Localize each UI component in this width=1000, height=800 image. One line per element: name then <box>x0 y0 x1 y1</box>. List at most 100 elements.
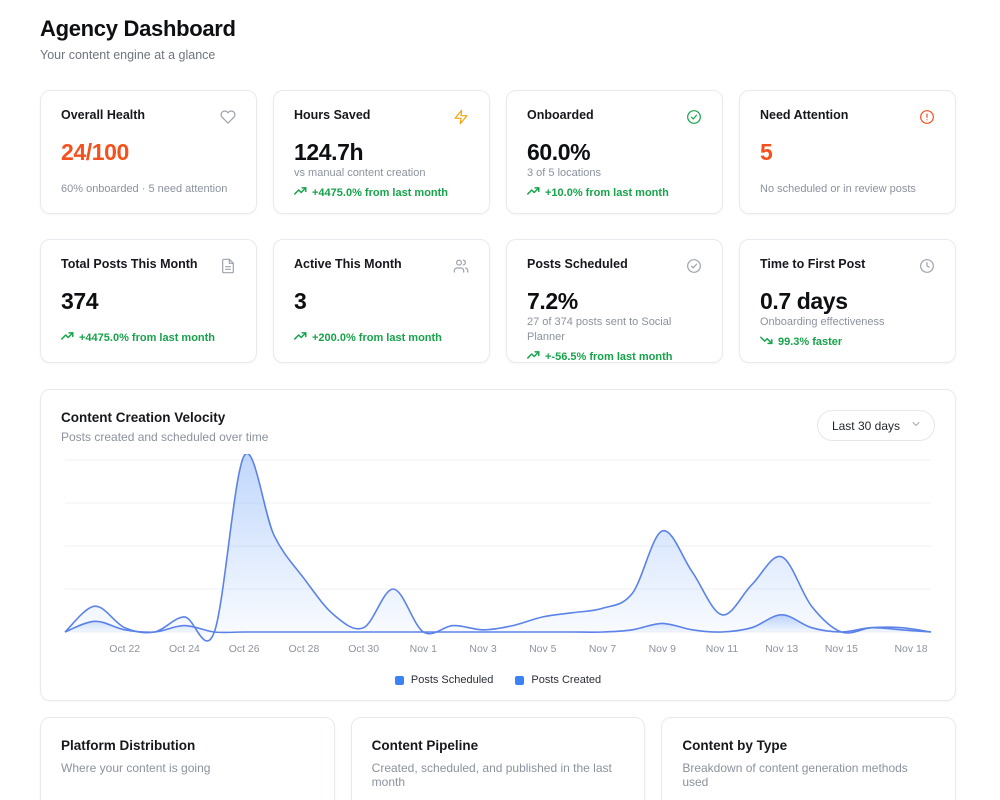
legend-label: Posts Created <box>531 674 601 686</box>
stat-value: 124.7h <box>294 139 469 166</box>
trending-down-icon <box>760 334 773 350</box>
alert-circle-icon <box>919 109 935 125</box>
stat-title: Total Posts This Month <box>61 257 198 271</box>
stat-value: 0.7 days <box>760 288 935 315</box>
content-velocity-card: Content Creation Velocity Posts created … <box>40 389 956 701</box>
chart-header-text: Content Creation Velocity Posts created … <box>61 410 268 444</box>
svg-text:Nov 5: Nov 5 <box>529 644 556 655</box>
velocity-chart: Oct 22 Oct 24 Oct 26 Oct 28 Oct 30 Nov 1 Nov 3… <box>61 454 935 670</box>
stat-card-posts-scheduled: Posts Scheduled 7.2% 27 of 374 posts sen… <box>506 239 723 363</box>
svg-text:Oct 24: Oct 24 <box>169 644 200 655</box>
stat-subtitle: 3 of 5 locations <box>527 166 702 181</box>
stat-title: Onboarded <box>527 108 594 122</box>
legend-swatch-scheduled <box>395 676 404 685</box>
svg-text:Nov 18: Nov 18 <box>894 644 927 655</box>
svg-text:Nov 13: Nov 13 <box>765 644 798 655</box>
stat-value: 7.2% <box>527 288 702 315</box>
svg-text:Nov 11: Nov 11 <box>706 644 739 655</box>
stat-title: Active This Month <box>294 257 402 271</box>
clock-icon <box>919 258 935 274</box>
stat-title: Overall Health <box>61 108 145 122</box>
stat-title: Need Attention <box>760 108 848 122</box>
legend-item-posts-scheduled[interactable]: Posts Scheduled <box>395 674 494 686</box>
card-title: Content by Type <box>682 738 935 753</box>
trending-up-icon <box>294 330 307 346</box>
page-subtitle: Your content engine at a glance <box>40 48 956 62</box>
platform-distribution-card: Platform Distribution Where your content… <box>40 717 335 800</box>
stat-subtitle: Onboarding effectiveness <box>760 315 935 330</box>
svg-text:Nov 15: Nov 15 <box>825 644 858 655</box>
zap-icon <box>453 109 469 125</box>
stat-card-need-attention: Need Attention 5 No scheduled or in revi… <box>739 90 956 214</box>
dashboard-page: Agency Dashboard Your content engine at … <box>0 0 1000 800</box>
stat-value: 5 <box>760 139 935 166</box>
chart-subtitle: Posts created and scheduled over time <box>61 430 268 444</box>
check-circle-icon <box>686 258 702 274</box>
svg-text:Oct 28: Oct 28 <box>288 644 319 655</box>
stat-subtitle: 60% onboarded · 5 need attention <box>61 182 236 197</box>
stat-title: Time to First Post <box>760 257 865 271</box>
svg-text:Oct 30: Oct 30 <box>348 644 379 655</box>
svg-text:Nov 9: Nov 9 <box>649 644 676 655</box>
heart-icon <box>220 109 236 125</box>
chevron-down-icon <box>910 418 922 433</box>
stat-trend-text: +200.0% from last month <box>312 332 442 344</box>
svg-text:Nov 3: Nov 3 <box>469 644 496 655</box>
svg-text:Oct 26: Oct 26 <box>229 644 260 655</box>
stat-trend-text: 99.3% faster <box>778 336 842 348</box>
stat-value: 3 <box>294 288 469 315</box>
stat-trend: +-56.5% from last month <box>527 349 702 365</box>
trending-up-icon <box>61 330 74 346</box>
stat-title: Posts Scheduled <box>527 257 628 271</box>
stat-trend-text: +10.0% from last month <box>545 187 669 199</box>
date-range-select[interactable]: Last 30 days <box>817 410 935 441</box>
stat-value: 24/100 <box>61 139 236 166</box>
content-pipeline-card: Content Pipeline Created, scheduled, and… <box>351 717 646 800</box>
card-subtitle: Created, scheduled, and published in the… <box>372 761 625 789</box>
stats-grid: Overall Health 24/100 60% onboarded · 5 … <box>40 90 956 363</box>
stat-subtitle: vs manual content creation <box>294 166 469 181</box>
svg-text:Oct 22: Oct 22 <box>109 644 140 655</box>
page-header: Agency Dashboard Your content engine at … <box>40 16 956 62</box>
stat-subtitle: No scheduled or in review posts <box>760 182 935 197</box>
chart-legend: Posts Scheduled Posts Created <box>61 674 935 686</box>
stat-card-hours-saved: Hours Saved 124.7h vs manual content cre… <box>273 90 490 214</box>
check-circle-icon <box>686 109 702 125</box>
card-subtitle: Breakdown of content generation methods … <box>682 761 935 789</box>
legend-item-posts-created[interactable]: Posts Created <box>515 674 601 686</box>
card-title: Platform Distribution <box>61 738 314 753</box>
stat-trend: +4475.0% from last month <box>294 185 469 201</box>
chart-title: Content Creation Velocity <box>61 410 268 425</box>
stat-trend: +4475.0% from last month <box>61 330 236 346</box>
stat-value: 60.0% <box>527 139 702 166</box>
velocity-chart-svg: Oct 22 Oct 24 Oct 26 Oct 28 Oct 30 Nov 1 Nov 3… <box>61 454 935 670</box>
legend-swatch-created <box>515 676 524 685</box>
stat-subtitle: 27 of 374 posts sent to Social Planner <box>527 315 702 345</box>
bottom-grid: Platform Distribution Where your content… <box>40 717 956 800</box>
trending-up-icon <box>294 185 307 201</box>
stat-card-onboarded: Onboarded 60.0% 3 of 5 locations +10.0% … <box>506 90 723 214</box>
stat-trend: +10.0% from last month <box>527 185 702 201</box>
trending-up-icon <box>527 349 540 365</box>
stat-trend: +200.0% from last month <box>294 330 469 346</box>
stat-card-active-month: Active This Month 3 +200.0% from last mo… <box>273 239 490 363</box>
content-by-type-card: Content by Type Breakdown of content gen… <box>661 717 956 800</box>
card-title: Content Pipeline <box>372 738 625 753</box>
stat-trend-text: +-56.5% from last month <box>545 351 672 363</box>
stat-trend-text: +4475.0% from last month <box>312 187 448 199</box>
card-subtitle: Where your content is going <box>61 761 314 775</box>
svg-text:Nov 7: Nov 7 <box>589 644 616 655</box>
page-title: Agency Dashboard <box>40 16 956 42</box>
legend-label: Posts Scheduled <box>411 674 494 686</box>
stat-title: Hours Saved <box>294 108 370 122</box>
stat-card-overall-health: Overall Health 24/100 60% onboarded · 5 … <box>40 90 257 214</box>
stat-card-time-to-first-post: Time to First Post 0.7 days Onboarding e… <box>739 239 956 363</box>
svg-text:Nov 1: Nov 1 <box>410 644 437 655</box>
stat-trend-text: +4475.0% from last month <box>79 332 215 344</box>
stat-trend: 99.3% faster <box>760 334 935 350</box>
stat-value: 374 <box>61 288 236 315</box>
stat-card-total-posts: Total Posts This Month 374 +4475.0% from… <box>40 239 257 363</box>
users-icon <box>453 258 469 274</box>
date-range-value: Last 30 days <box>832 419 900 433</box>
trending-up-icon <box>527 185 540 201</box>
